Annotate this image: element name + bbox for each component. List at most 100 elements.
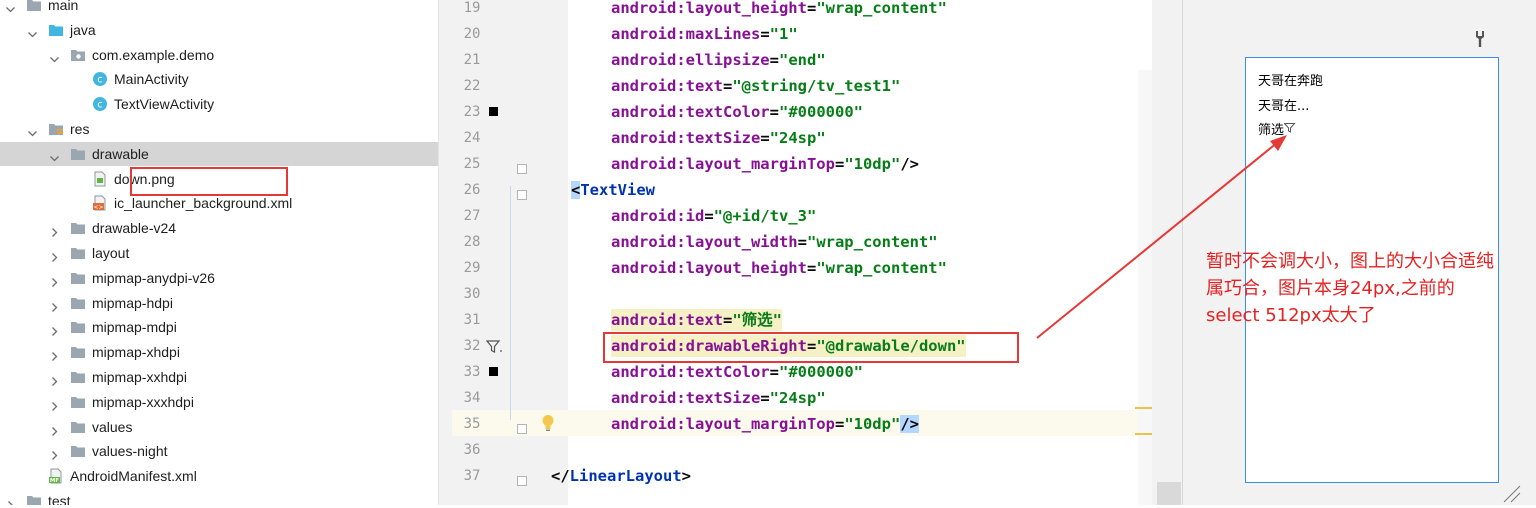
chevron-down-icon[interactable] — [50, 49, 59, 63]
tree-item[interactable]: mipmap-xhdpi — [0, 340, 438, 364]
chevron-right-icon[interactable] — [50, 445, 59, 461]
line-number: 20 — [463, 26, 481, 42]
tree-item[interactable]: test — [0, 489, 438, 505]
chevron-down-icon[interactable] — [28, 123, 37, 137]
tree-item[interactable]: mipmap-mdpi — [0, 315, 438, 339]
annotation-note: 暂时不会调大小，图上的大小合适纯 属巧合，图片本身24px,之前的 select… — [1206, 248, 1536, 329]
attr-namespace: android: — [611, 389, 686, 407]
folder-icon — [70, 319, 86, 335]
attr-value: "@+id/tv_3" — [713, 207, 817, 225]
tree-item[interactable]: values-night — [0, 439, 438, 463]
tree-item[interactable]: layout — [0, 241, 438, 265]
editor-warning-marker — [1135, 433, 1152, 435]
chevron-down-icon[interactable] — [6, 0, 15, 13]
package-icon — [70, 47, 86, 63]
folder-icon — [70, 220, 86, 236]
source-folder-icon — [48, 22, 64, 38]
chevron-right-icon[interactable] — [50, 272, 59, 287]
chevron-right-icon[interactable] — [50, 396, 59, 411]
folder-icon — [70, 146, 86, 162]
chevron-right-icon[interactable] — [50, 247, 59, 262]
attr-equals: = — [760, 25, 770, 43]
attr-name: layout_height — [685, 259, 807, 277]
tree-item-label: mipmap-hdpi — [92, 294, 173, 311]
code-line: android:layout_marginTop="10dp"/> — [611, 411, 919, 437]
tree-item[interactable]: mipmap-hdpi — [0, 291, 438, 315]
folder-icon — [70, 270, 86, 286]
tree-item[interactable]: drawable-v24 — [0, 216, 438, 240]
tree-item[interactable]: c MainActivity — [0, 67, 438, 91]
tree-item[interactable]: drawable — [0, 141, 438, 166]
chevron-down-icon[interactable] — [50, 148, 59, 162]
fold-marker-icon[interactable] — [517, 471, 527, 486]
line-number: 24 — [463, 130, 481, 146]
lightbulb-icon[interactable] — [541, 414, 555, 432]
attr-equals: = — [797, 233, 807, 251]
tree-item-label: java — [70, 21, 96, 38]
chevron-down-icon[interactable] — [28, 24, 37, 38]
line-number: 35 — [463, 416, 481, 432]
line-number: 28 — [463, 234, 481, 250]
attr-value: "1" — [769, 25, 798, 43]
chevron-right-icon[interactable] — [50, 297, 59, 312]
tree-item[interactable]: MF AndroidManifest.xml — [0, 464, 438, 488]
resize-handle-icon[interactable] — [1502, 484, 1522, 504]
tag-open-bracket: < — [571, 181, 581, 199]
chevron-right-icon[interactable] — [50, 321, 59, 337]
chevron-right-icon[interactable] — [50, 421, 59, 436]
tree-item[interactable]: com.example.demo — [0, 43, 438, 67]
attr-namespace: android: — [611, 363, 686, 381]
line-number: 30 — [463, 286, 481, 302]
tree-item-label: res — [70, 121, 90, 137]
project-tree-scrollbar[interactable] — [438, 0, 453, 505]
class-icon: c — [92, 71, 108, 87]
attr-equals: = — [722, 77, 733, 95]
attr-value: "24sp" — [769, 389, 826, 407]
chevron-right-icon[interactable] — [50, 371, 59, 386]
preview-tab-fragment[interactable] — [1157, 482, 1181, 505]
tree-item[interactable]: mipmap-anydpi-v26 — [0, 266, 438, 290]
annotation-note-line-3: select 512px太大了 — [1206, 305, 1376, 326]
color-swatch-icon — [489, 367, 498, 376]
line-number: 36 — [463, 442, 481, 458]
chevron-right-icon[interactable] — [50, 222, 59, 238]
chevron-right-icon[interactable] — [6, 495, 15, 505]
tree-item-label: MainActivity — [114, 71, 189, 88]
tree-item-label: com.example.demo — [92, 46, 215, 63]
svg-text:c: c — [97, 75, 103, 86]
attr-namespace: android: — [611, 77, 686, 95]
tree-item[interactable]: c TextViewActivity — [0, 92, 438, 116]
folder-icon — [70, 369, 86, 385]
tree-item[interactable]: mipmap-xxxhdpi — [0, 390, 438, 414]
attr-name: textColor — [685, 363, 770, 381]
chevron-right-icon[interactable] — [50, 346, 59, 362]
code-line: android:id="@+id/tv_3" — [611, 203, 816, 229]
annotation-note-line-2: 属巧合，图片本身24px,之前的 — [1206, 278, 1455, 299]
line-number: 29 — [463, 260, 481, 276]
scope-guide — [510, 186, 511, 420]
fold-marker-icon[interactable] — [517, 419, 527, 434]
tree-item-label: main — [48, 0, 79, 13]
tree-item[interactable]: res — [0, 117, 438, 141]
attr-name: textSize — [685, 129, 761, 147]
editor-scrollbar[interactable] — [1138, 70, 1152, 505]
attr-namespace: android: — [611, 311, 686, 329]
folder-icon — [70, 443, 86, 459]
line-number: 23 — [463, 104, 481, 120]
fold-marker-icon[interactable] — [517, 159, 527, 174]
tree-item[interactable]: values — [0, 415, 438, 439]
attr-equals: = — [769, 363, 779, 381]
highlight-box-down-png — [130, 167, 288, 196]
xml-file-icon: <> — [92, 195, 108, 211]
tree-item[interactable]: main — [0, 0, 438, 17]
color-swatch-icon — [489, 107, 498, 116]
wrench-icon[interactable] — [1474, 30, 1490, 48]
fold-marker-icon[interactable] — [517, 185, 527, 200]
tree-item-label: drawable — [92, 145, 149, 162]
tree-item[interactable]: mipmap-xxhdpi — [0, 365, 438, 389]
line-number: 34 — [463, 390, 481, 406]
tree-item-label: mipmap-mdpi — [92, 319, 177, 336]
attr-name: textSize — [685, 389, 761, 407]
attr-value: "10dp" — [844, 415, 901, 433]
tree-item[interactable]: java — [0, 18, 438, 42]
